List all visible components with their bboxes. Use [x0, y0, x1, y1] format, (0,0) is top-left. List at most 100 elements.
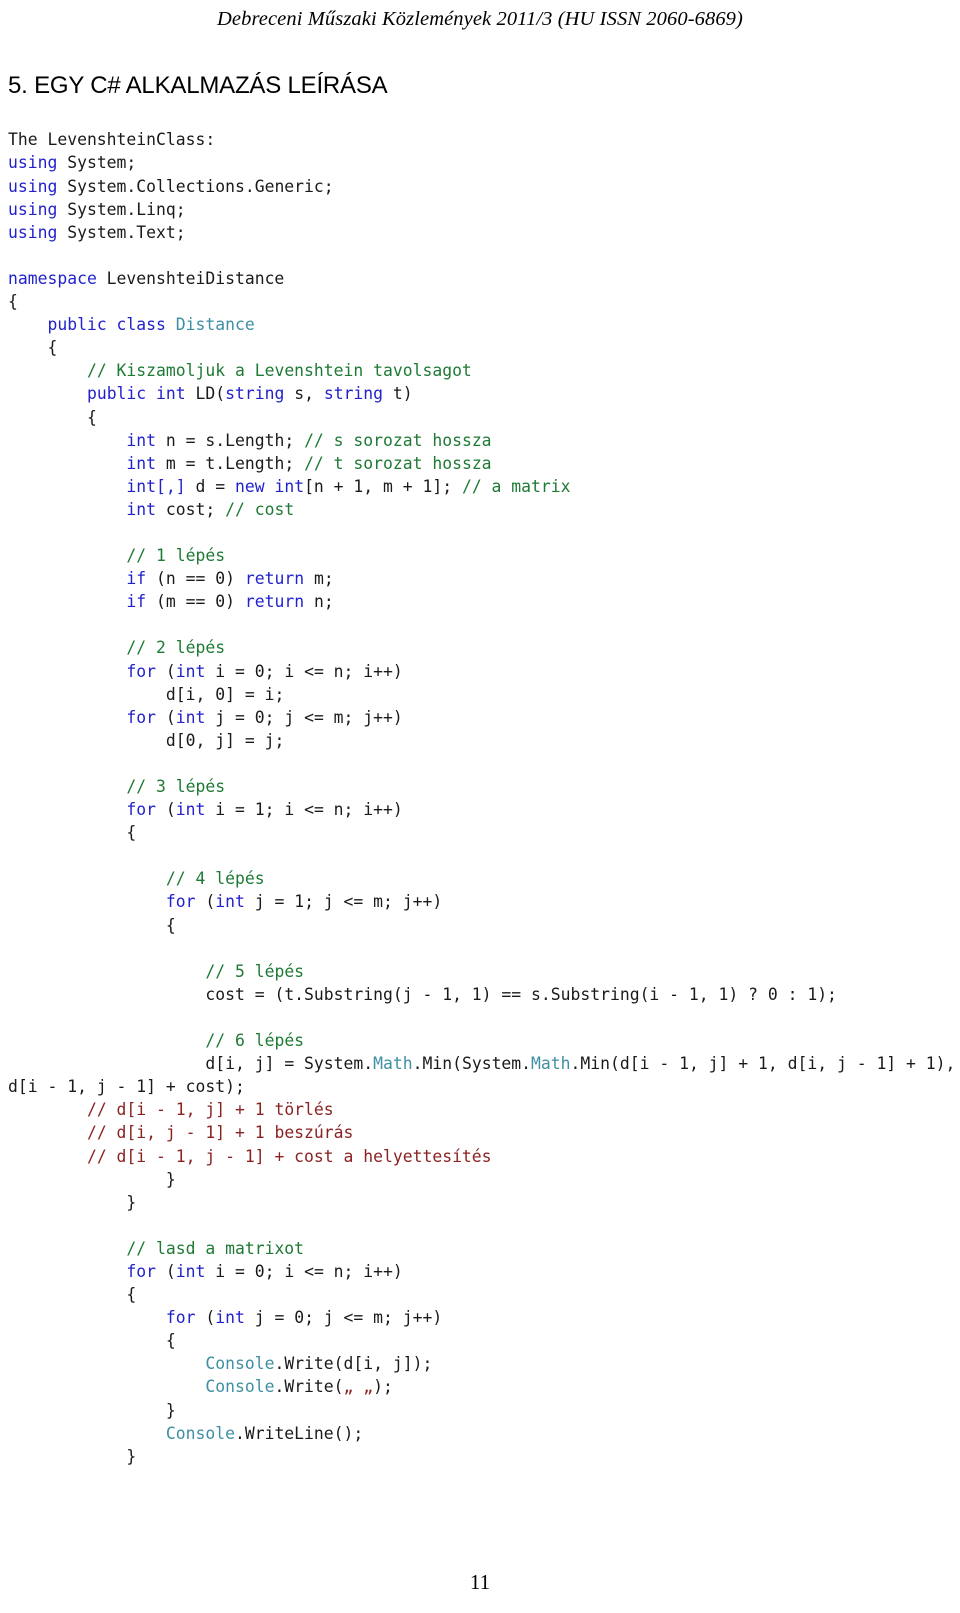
code-token-kw: int [126, 499, 157, 519]
code-token-plain: The LevenshteinClass: [8, 130, 216, 150]
code-line: { [8, 336, 956, 359]
code-token-plain: ( [195, 892, 216, 912]
code-token-cmt: // a matrix [461, 476, 571, 496]
code-token-kw: string [323, 384, 384, 404]
code-token-plain: ( [156, 661, 176, 681]
code-token-plain: ( [195, 1308, 216, 1328]
code-token-plain: i = 0; i <= n; i++) [205, 1261, 403, 1281]
code-line: if (m == 0) return n; [8, 590, 956, 613]
code-token-typ: Math [373, 1054, 413, 1074]
code-token-cmt: // 6 lépés [205, 1031, 305, 1051]
code-line: { [8, 406, 956, 429]
code-token-cmt: // cost [225, 499, 295, 519]
code-token-cmt: // 5 lépés [205, 961, 305, 981]
code-line: int n = s.Length; // s sorozat hossza [8, 429, 956, 452]
code-token-plain: n = s.Length; [156, 430, 305, 450]
code-line: // 2 lépés [8, 636, 956, 659]
code-token-cmt: // lasd a matrixot [126, 1238, 305, 1258]
code-line: using System.Linq; [8, 198, 956, 221]
code-token-plain: { [8, 338, 58, 358]
page-title: 5. EGY C# ALKALMAZÁS LEÍRÁSA [8, 72, 388, 100]
code-token-plain: m; [304, 569, 334, 589]
code-token-plain: cost; [156, 499, 226, 519]
code-token-cmt: // t sorozat hossza [304, 453, 492, 473]
code-line: // lasd a matrixot [8, 1237, 956, 1260]
code-token-kw: string [225, 384, 285, 404]
code-token-cmt: // Kiszamoljuk a Levenshtein tavolsagot [86, 361, 472, 381]
code-line: int m = t.Length; // t sorozat hossza [8, 452, 956, 475]
code-token-kw: namespace [8, 268, 97, 288]
code-token-kw: if [126, 592, 147, 612]
code-line: Console.Write(„ „); [8, 1375, 956, 1398]
code-token-cmt2: // d[i, j - 1] + 1 beszúrás [86, 1123, 354, 1143]
code-token-plain: { [8, 823, 137, 843]
code-line: using System.Collections.Generic; [8, 175, 956, 198]
code-token-kw: int [126, 453, 157, 473]
code-line: int[,] d = new int[n + 1, m + 1]; // a m… [8, 475, 956, 498]
code-token-plain: cost = (t.Substring(j - 1, 1) == s.Subst… [8, 984, 837, 1004]
code-token-kw: int[,] [126, 476, 186, 496]
code-token-plain: System; [57, 153, 137, 173]
code-token-typ: Distance [175, 315, 255, 335]
code-token-str: „ „ [343, 1377, 374, 1397]
code-line: // d[i - 1, j] + 1 törlés [8, 1098, 956, 1121]
page-number: 11 [469, 1570, 491, 1594]
code-token-kw: int [175, 800, 206, 820]
code-token-kw: return [244, 592, 305, 612]
code-line: namespace LevenshteiDistance [8, 267, 956, 290]
code-token-plain: s, [284, 384, 324, 404]
code-line: // 5 lépés [8, 960, 956, 983]
code-token-plain: { [8, 292, 18, 312]
code-token-kw: int [175, 707, 206, 727]
code-token-kw: for [165, 1308, 196, 1328]
code-token-plain: i = 0; i <= n; i++) [205, 661, 403, 681]
code-line: public int LD(string s, string t) [8, 382, 956, 405]
code-token-cmt: // 1 lépés [126, 546, 226, 566]
running-header: Debreceni Műszaki Közlemények 2011/3 (HU… [217, 8, 743, 30]
code-token-plain: .Min(System. [412, 1054, 532, 1074]
code-token-plain: .Write(d[i, j]); [274, 1354, 433, 1374]
code-token-plain: ( [156, 800, 176, 820]
code-token-kw: public int [86, 384, 186, 404]
code-token-cmt2: // d[i - 1, j - 1] + cost a helyettesíté… [86, 1146, 492, 1166]
code-token-cmt2: // d[i - 1, j] + 1 törlés [86, 1100, 334, 1120]
code-token-plain: m = t.Length; [156, 453, 305, 473]
code-token-plain: j = 0; j <= m; j++) [205, 707, 403, 727]
code-line: for (int j = 0; j <= m; j++) [8, 706, 956, 729]
code-token-typ: Console [205, 1377, 275, 1397]
code-token-kw: using [8, 222, 58, 242]
code-line: } [8, 1445, 956, 1468]
code-line: for (int j = 1; j <= m; j++) [8, 890, 956, 913]
code-token-plain: { [8, 1331, 176, 1351]
code-token-plain: (m == 0) [146, 592, 245, 612]
code-token-kw: for [126, 800, 157, 820]
code-token-kw: using [8, 199, 58, 219]
code-line: // 4 lépés [8, 867, 956, 890]
code-token-cmt: // 3 lépés [126, 777, 226, 797]
code-token-kw: int [215, 892, 245, 912]
code-token-kw: public class [47, 315, 166, 335]
code-token-typ: Console [165, 1423, 235, 1443]
